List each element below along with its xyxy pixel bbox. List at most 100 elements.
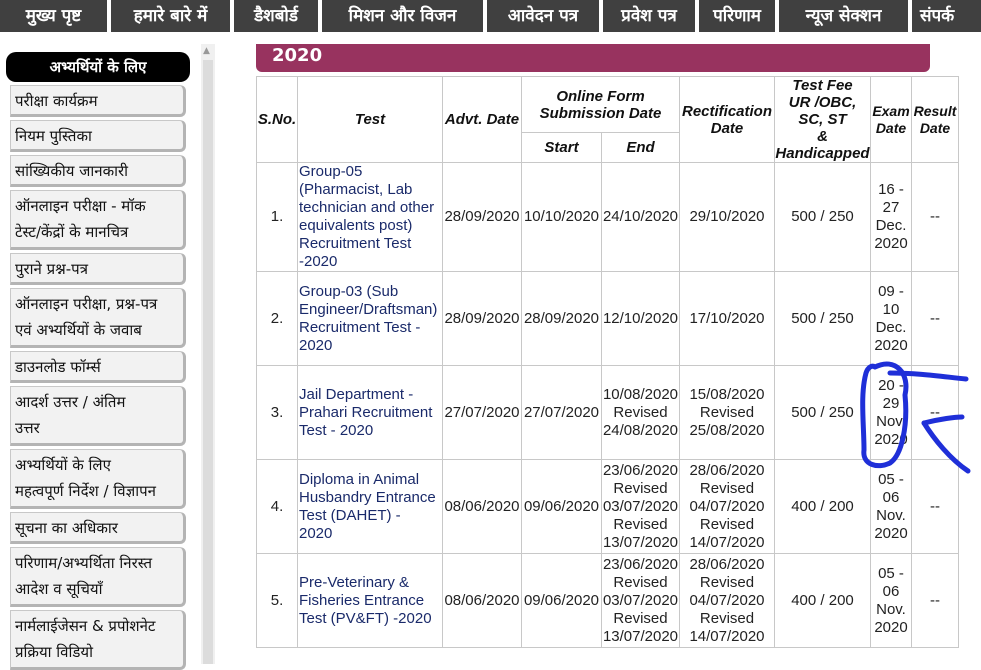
cell-start-date: 10/10/2020 bbox=[521, 162, 602, 272]
sidebar-item-label: नार्मलाईजेसन & प्रपोशनेट bbox=[15, 617, 156, 635]
cell-result-date: -- bbox=[911, 553, 959, 648]
sidebar-item-online-papers-answers[interactable]: ऑनलाइन परीक्षा, प्रश्न-पत्र एवं अभ्यर्थि… bbox=[10, 288, 186, 348]
nav-result[interactable]: परिणाम bbox=[699, 0, 775, 32]
cell-test[interactable]: Diploma in Animal Husbandry Entrance Test… bbox=[297, 459, 443, 554]
cell-sno: 2. bbox=[256, 271, 298, 366]
sidebar-scrollbar-thumb[interactable] bbox=[203, 60, 213, 664]
cell-end-date: 12/10/2020 bbox=[601, 271, 680, 366]
cell-fee: 500 / 250 bbox=[774, 162, 871, 272]
sidebar-item-label: परीक्षा कार्यक्रम bbox=[15, 92, 98, 110]
sidebar-item-label: एवं अभ्यर्थियों के जवाब bbox=[15, 321, 142, 339]
header-test: Test bbox=[297, 76, 443, 163]
sidebar-item-label: ऑनलाइन परीक्षा, प्रश्न-पत्र bbox=[15, 295, 158, 313]
sidebar-item-exam-schedule[interactable]: परीक्षा कार्यक्रम bbox=[10, 85, 186, 117]
cell-test[interactable]: Group-05 (Pharmacist, Lab technician and … bbox=[297, 162, 443, 272]
cell-advt-date: 27/07/2020 bbox=[442, 365, 522, 460]
sidebar-item-mock-test[interactable]: ऑनलाइन परीक्षा - मॉक टेस्ट/केंद्रों के म… bbox=[10, 190, 186, 250]
header-end: End bbox=[601, 132, 680, 163]
sidebar-item-download-forms[interactable]: डाउनलोड फॉर्म्स bbox=[10, 351, 186, 383]
nav-mission-vision[interactable]: मिशन और विजन bbox=[322, 0, 483, 32]
sidebar-item-result-cancellation[interactable]: परिणाम/अभ्यर्थिता निरस्त आदेश व सूचियाँ bbox=[10, 547, 186, 607]
cell-start-date: 27/07/2020 bbox=[521, 365, 602, 460]
header-exam-date: Exam Date bbox=[870, 76, 912, 163]
sidebar-item-old-papers[interactable]: पुराने प्रश्न-पत्र bbox=[10, 253, 186, 285]
scroll-up-arrow-icon[interactable]: ▲ bbox=[203, 46, 210, 56]
table-row: 5. Pre-Veterinary & Fisheries Entrance Te… bbox=[256, 553, 959, 648]
header-start: Start bbox=[521, 132, 602, 163]
sidebar-item-model-answers[interactable]: आदर्श उत्तर / अंतिम उत्तर bbox=[10, 386, 186, 446]
cell-sno: 1. bbox=[256, 162, 298, 272]
nav-admit-card[interactable]: प्रवेश पत्र bbox=[603, 0, 695, 32]
cell-fee: 400 / 200 bbox=[774, 459, 871, 554]
sidebar-item-label: सूचना का अधिकार bbox=[15, 519, 118, 537]
table-row: 3. Jail Department - Prahari Recruitment … bbox=[256, 365, 959, 460]
header-sno: S.No. bbox=[256, 76, 298, 163]
nav-dashboard[interactable]: डैशबोर्ड bbox=[234, 0, 318, 32]
cell-exam-date: 09 -10 Dec. 2020 bbox=[870, 271, 912, 366]
cell-result-date: -- bbox=[911, 271, 959, 366]
sidebar-item-label: उत्तर bbox=[15, 419, 40, 437]
nav-application-form[interactable]: आवेदन पत्र bbox=[487, 0, 599, 32]
cell-sno: 5. bbox=[256, 553, 298, 648]
cell-rectification-date: 28/06/2020 Revised 04/07/2020 Revised 14/0… bbox=[679, 553, 775, 648]
exam-schedule-table: S.No. Test Advt. Date Online Form Submiss… bbox=[256, 76, 959, 648]
top-navigation: मुख्य पृष्ट हमारे बारे में डैशबोर्ड मिशन… bbox=[0, 0, 981, 34]
cell-rectification-date: 28/06/2020 Revised 04/07/2020 Revised 14/0… bbox=[679, 459, 775, 554]
sidebar: अभ्यर्थियों के लिए परीक्षा कार्यक्रम निय… bbox=[0, 34, 216, 670]
cell-start-date: 09/06/2020 bbox=[521, 553, 602, 648]
cell-start-date: 28/09/2020 bbox=[521, 271, 602, 366]
cell-rectification-date: 17/10/2020 bbox=[679, 271, 775, 366]
header-test-fee: Test Fee UR /OBC, SC, ST & Handicapped bbox=[774, 76, 871, 163]
cell-test[interactable]: Jail Department - Prahari Recruitment Tes… bbox=[297, 365, 443, 460]
cell-rectification-date: 15/08/2020 Revised 25/08/2020 bbox=[679, 365, 775, 460]
cell-advt-date: 08/06/2020 bbox=[442, 459, 522, 554]
table-row: 4. Diploma in Animal Husbandry Entrance T… bbox=[256, 459, 959, 554]
cell-exam-date: 05 -06 Nov. 2020 bbox=[870, 459, 912, 554]
cell-sno: 4. bbox=[256, 459, 298, 554]
table-row: 2. Group-03 (Sub Engineer/Draftsman) Recr… bbox=[256, 271, 959, 366]
sidebar-item-rti[interactable]: सूचना का अधिकार bbox=[10, 512, 186, 544]
cell-fee: 500 / 250 bbox=[774, 271, 871, 366]
sidebar-item-label: अभ्यर्थियों के लिए bbox=[15, 456, 111, 474]
cell-exam-date: 20 -29 Nov. 2020 bbox=[870, 365, 912, 460]
nav-news-section[interactable]: न्यूज सेक्शन bbox=[779, 0, 908, 32]
sidebar-heading: अभ्यर्थियों के लिए bbox=[6, 52, 190, 82]
cell-end-date: 24/10/2020 bbox=[601, 162, 680, 272]
cell-test[interactable]: Pre-Veterinary & Fisheries Entrance Test … bbox=[297, 553, 443, 648]
table-header-row: S.No. Test Advt. Date Online Form Submiss… bbox=[256, 76, 959, 163]
sidebar-item-normalization-video[interactable]: नार्मलाईजेसन & प्रपोशनेट प्रक्रिया विडिय… bbox=[10, 610, 186, 670]
sidebar-item-label: महत्वपूर्ण निर्देश / विज्ञापन bbox=[15, 482, 156, 500]
sidebar-item-label: प्रक्रिया विडियो bbox=[15, 643, 94, 661]
nav-home[interactable]: मुख्य पृष्ट bbox=[0, 0, 107, 32]
cell-advt-date: 08/06/2020 bbox=[442, 553, 522, 648]
sidebar-item-label: सांख्यिकीय जानकारी bbox=[15, 162, 129, 180]
cell-exam-date: 05 -06 Nov. 2020 bbox=[870, 553, 912, 648]
sidebar-item-label: नियम पुस्तिका bbox=[15, 127, 92, 145]
cell-start-date: 09/06/2020 bbox=[521, 459, 602, 554]
cell-fee: 400 / 200 bbox=[774, 553, 871, 648]
cell-end-date: 23/06/2020 Revised 03/07/2020 Revised 13/0… bbox=[601, 553, 680, 648]
cell-advt-date: 28/09/2020 bbox=[442, 271, 522, 366]
cell-test[interactable]: Group-03 (Sub Engineer/Draftsman) Recruit… bbox=[297, 271, 443, 366]
cell-result-date: -- bbox=[911, 162, 959, 272]
nav-about-us[interactable]: हमारे बारे में bbox=[111, 0, 230, 32]
sidebar-item-label: डाउनलोड फॉर्म्स bbox=[15, 358, 101, 376]
sidebar-item-label: टेस्ट/केंद्रों के मानचित्र bbox=[15, 223, 129, 241]
header-online-submission: Online Form Submission Date bbox=[521, 76, 680, 133]
table-row: 1. Group-05 (Pharmacist, Lab technician a… bbox=[256, 162, 959, 272]
sidebar-item-rule-book[interactable]: नियम पुस्तिका bbox=[10, 120, 186, 152]
cell-result-date: -- bbox=[911, 459, 959, 554]
cell-end-date: 10/08/2020 Revised 24/08/2020 bbox=[601, 365, 680, 460]
sidebar-item-label: पुराने प्रश्न-पत्र bbox=[15, 260, 88, 278]
cell-fee: 500 / 250 bbox=[774, 365, 871, 460]
cell-rectification-date: 29/10/2020 bbox=[679, 162, 775, 272]
cell-advt-date: 28/09/2020 bbox=[442, 162, 522, 272]
nav-contact[interactable]: संपर्क bbox=[912, 0, 981, 32]
sidebar-item-important-instructions[interactable]: अभ्यर्थियों के लिए महत्वपूर्ण निर्देश / … bbox=[10, 449, 186, 509]
sidebar-item-label: आदर्श उत्तर / अंतिम bbox=[15, 393, 126, 411]
cell-end-date: 23/06/2020 Revised 03/07/2020 Revised 13/0… bbox=[601, 459, 680, 554]
sidebar-item-statistics[interactable]: सांख्यिकीय जानकारी bbox=[10, 155, 186, 187]
header-advt-date: Advt. Date bbox=[442, 76, 522, 163]
header-result-date: Result Date bbox=[911, 76, 959, 163]
sidebar-item-label: परिणाम/अभ्यर्थिता निरस्त bbox=[15, 554, 153, 572]
